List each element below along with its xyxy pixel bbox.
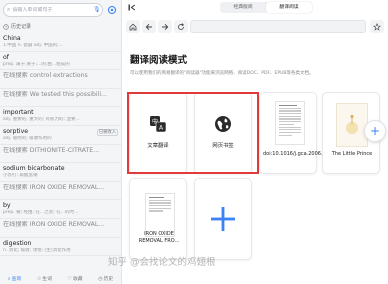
history-definition: adj. 重要的, 重大的; 有权力的; 显要... — [3, 117, 80, 123]
main-panel: 经典版阅 翻译阅读 翻译阅读模式 可以使用我们的简易翻译的"阅读器"功能来浏览网… — [122, 0, 388, 284]
history-item[interactable]: of prep. 属于;关于;...的;由...组成的 — [0, 52, 121, 71]
history-word: 在线搜索 control extractions — [3, 72, 88, 80]
page-title: 翻译阅读模式 — [130, 55, 188, 66]
article-translate-card[interactable]: 中 A 文章翻译 — [129, 92, 187, 174]
mode-switch: 经典版阅 翻译阅读 — [220, 2, 312, 13]
tab-label: 收藏 — [72, 277, 83, 282]
document-card[interactable]: IRON OXIDE REMOVAL FRO... — [129, 178, 187, 260]
history-item[interactable]: sorptive adj. 吸附的; 吸收作用的 已被收入 — [0, 126, 121, 145]
history-word: 在线搜索 We tested this possibili... — [3, 90, 107, 98]
history-item[interactable]: 在线搜索 We tested this possibili... — [0, 89, 121, 108]
search-box[interactable]: ⌕ 🎙 — [3, 3, 103, 17]
document-label: IRON OXIDE REMOVAL FRO... — [138, 231, 180, 244]
document-card[interactable]: doi:10.1016/j.gca.2006.08.... — [259, 92, 336, 174]
history-header: 历史记录 — [3, 23, 31, 30]
plus-icon — [211, 207, 235, 231]
arrow-right-icon — [162, 23, 169, 30]
home-button[interactable] — [126, 20, 140, 33]
tab-label: 查询 — [11, 277, 22, 282]
add-document-card[interactable] — [194, 178, 252, 260]
sidebar-tab[interactable]: ♡ 收藏 — [67, 275, 83, 283]
tool-label: 文章翻译 — [147, 143, 169, 149]
history-list: China 1.中国 n. 瓷器 adj. 中国的;... of prep. 属于;关… — [0, 33, 121, 257]
history-word: important — [3, 109, 34, 117]
refresh-icon — [178, 22, 185, 30]
translate-icon: 中 A — [150, 116, 167, 133]
sidebar-tab[interactable]: ☆ 生词 — [36, 275, 52, 283]
history-title: 历史记录 — [11, 24, 32, 30]
sidebar-tab[interactable]: ⌕ 查询 — [7, 275, 22, 283]
search-icon: ⌕ — [7, 6, 11, 13]
search-row: ⌕ 🎙 — [3, 3, 120, 17]
history-word: of — [3, 53, 9, 61]
history-item[interactable]: 在线搜索 control extractions — [0, 70, 121, 89]
web-bookmark-card[interactable]: 网页书签 — [194, 92, 252, 174]
document-label: The Little Prince — [331, 151, 373, 157]
history-word: digestion — [3, 239, 32, 247]
mode-tab[interactable]: 经典版阅 — [220, 2, 266, 13]
back-button[interactable] — [142, 20, 156, 33]
clock-icon — [3, 23, 9, 30]
watermark: 知乎 @会找论文的鸡翅根 — [108, 257, 216, 268]
history-word: by — [3, 202, 11, 210]
sidebar: ⌕ 🎙 历史记录 China1.中国 n. 瓷器 adj. 中国的;...ofp… — [0, 0, 122, 284]
history-word: China — [3, 35, 21, 42]
forward-button[interactable] — [158, 20, 172, 33]
book-cover-thumbnail — [336, 103, 368, 147]
search-input[interactable] — [12, 7, 91, 13]
history-item[interactable]: digestion n. 消化; 吸收; 领悟; [生]消化作用 — [0, 238, 121, 257]
history-word: 在线搜索 IRON OXIDE REMOVAL... — [3, 220, 105, 228]
top-bar: 经典版阅 翻译阅读 — [122, 0, 388, 16]
history-word: 在线搜索 IRON OXIDE REMOVAL... — [3, 183, 105, 191]
history-item[interactable]: important adj. 重要的, 重大的; 有权力的; 显要... — [0, 107, 121, 126]
home-icon — [129, 23, 137, 30]
tab-icon: ♡ — [67, 275, 72, 282]
history-tag: 已被收入 — [96, 128, 118, 136]
tab-label: 历史 — [103, 277, 114, 282]
history-word: sodium bicarbonate — [3, 165, 65, 173]
little-prince-illustration — [346, 114, 358, 134]
history-definition: adj. 吸附的; 吸收作用的 — [3, 135, 52, 141]
page-description: 可以使用我们的简易翻译的"阅读器"功能来浏览网络、阅读DOC、PDF、EPUB等… — [130, 71, 314, 76]
url-input[interactable] — [190, 20, 366, 33]
refresh-button[interactable] — [174, 20, 188, 33]
camera-search-icon[interactable] — [107, 5, 117, 15]
bookmark-button[interactable] — [370, 20, 384, 33]
star-icon — [373, 22, 381, 31]
globe-icon — [215, 116, 231, 132]
tab-label: 生词 — [42, 277, 52, 282]
sidebar-tab[interactable]: ◷ 历史 — [98, 275, 114, 283]
history-item[interactable]: 在线搜索 IRON OXIDE REMOVAL... — [0, 219, 121, 238]
history-item[interactable]: by prep. 被; 经由; 在...之旁; 在...的时... — [0, 200, 121, 219]
tab-icon: ☆ — [36, 275, 42, 282]
tool-label: 网页书签 — [212, 143, 234, 149]
document-thumbnail — [275, 101, 305, 145]
history-word: 在线搜索 DITHIONITE-CITRATE... — [3, 146, 100, 154]
arrow-left-icon — [145, 23, 152, 30]
history-item[interactable]: sodium bicarbonate 小苏打; 碳酸氢钠 — [0, 163, 121, 182]
history-item[interactable]: 在线搜索 DITHIONITE-CITRATE... — [0, 145, 121, 164]
sidebar-toggle-icon[interactable] — [128, 4, 136, 11]
history-item[interactable]: China 1.中国 n. 瓷器 adj. 中国的;... — [0, 33, 121, 52]
tab-icon: ◷ — [98, 275, 103, 282]
app-window: ⌕ 🎙 历史记录 China1.中国 n. 瓷器 adj. 中国的;...ofp… — [0, 0, 388, 284]
browser-toolbar — [126, 20, 386, 34]
history-item[interactable]: 在线搜索 IRON OXIDE REMOVAL... — [0, 182, 121, 201]
document-label: doi:10.1016/j.gca.2006.08.... — [263, 151, 336, 157]
history-definition: n. 消化; 吸收; 领悟; [生]消化作用 — [3, 247, 71, 253]
history-definition: 小苏打; 碳酸氢钠 — [3, 173, 38, 179]
tab-icon: ⌕ — [7, 275, 11, 282]
history-definition: prep. 属于;关于;...的;由...组成的 — [3, 61, 70, 67]
sidebar-tab-bar: ⌕ 查询 ☆ 生词 ♡ 收藏 ◷ 历史 — [0, 273, 121, 284]
history-definition: prep. 被; 经由; 在...之旁; 在...的时... — [3, 210, 79, 216]
add-floating-button[interactable]: + — [364, 120, 386, 142]
mode-tab[interactable]: 翻译阅读 — [266, 2, 312, 13]
history-definition: 1.中国 n. 瓷器 adj. 中国的;... — [3, 43, 63, 48]
microphone-icon[interactable]: 🎙 — [93, 6, 101, 14]
